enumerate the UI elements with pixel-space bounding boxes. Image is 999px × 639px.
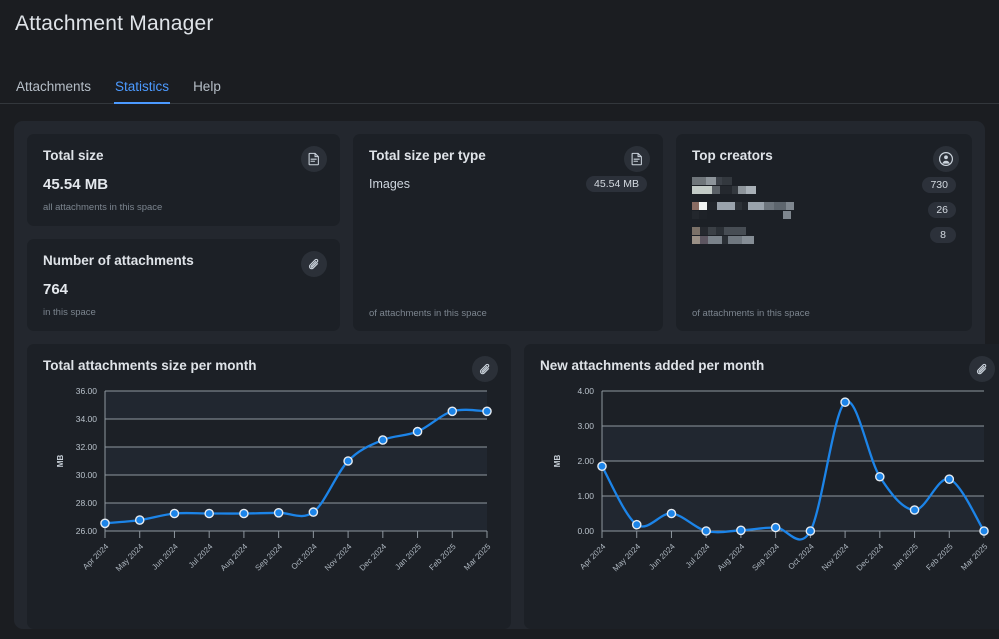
svg-text:Aug 2024: Aug 2024 <box>219 542 250 573</box>
card-total-size: Total size 45.54 MB all attachments in t… <box>27 134 340 226</box>
card-number-of-attachments: Number of attachments 764 in this space <box>27 239 340 331</box>
svg-text:Jan 2025: Jan 2025 <box>393 542 423 572</box>
summary-cards-row: Total size 45.54 MB all attachments in t… <box>27 134 972 331</box>
svg-text:3.00: 3.00 <box>577 421 594 431</box>
chart-title: Total attachments size per month <box>43 358 495 373</box>
creator-count: 26 <box>928 202 956 218</box>
document-icon[interactable] <box>301 146 327 172</box>
card-number-of-attachments-value: 764 <box>43 281 324 298</box>
creator-row: 26 <box>692 201 956 219</box>
svg-text:Aug 2024: Aug 2024 <box>716 542 747 573</box>
creator-name-redacted <box>692 202 794 219</box>
svg-text:Mar 2025: Mar 2025 <box>462 542 493 573</box>
svg-text:Dec 2024: Dec 2024 <box>855 542 886 573</box>
svg-text:Jul 2024: Jul 2024 <box>684 542 712 570</box>
document-icon[interactable] <box>624 146 650 172</box>
svg-text:MB: MB <box>553 455 562 468</box>
card-top-creators: Top creators 730 <box>676 134 972 331</box>
creator-name-redacted <box>692 177 756 194</box>
summary-right-column: Top creators 730 <box>676 134 972 331</box>
svg-text:34.00: 34.00 <box>76 414 98 424</box>
svg-text:Feb 2025: Feb 2025 <box>924 542 955 573</box>
svg-text:Mar 2025: Mar 2025 <box>959 542 990 573</box>
svg-text:30.00: 30.00 <box>76 470 98 480</box>
svg-text:36.00: 36.00 <box>76 386 98 396</box>
svg-text:Oct 2024: Oct 2024 <box>786 542 816 572</box>
svg-text:Apr 2024: Apr 2024 <box>81 542 111 572</box>
creator-row: 8 <box>692 226 956 244</box>
summary-left-column: Total size 45.54 MB all attachments in t… <box>27 134 340 331</box>
svg-text:Jan 2025: Jan 2025 <box>890 542 920 572</box>
svg-text:Feb 2025: Feb 2025 <box>427 542 458 573</box>
svg-text:Apr 2024: Apr 2024 <box>578 542 608 572</box>
svg-text:Dec 2024: Dec 2024 <box>358 542 389 573</box>
paperclip-icon[interactable] <box>472 356 498 382</box>
tab-bar: Attachments Statistics Help <box>0 75 999 104</box>
svg-text:Sep 2024: Sep 2024 <box>750 542 781 573</box>
svg-text:Sep 2024: Sep 2024 <box>253 542 284 573</box>
type-row-label: Images <box>369 177 410 191</box>
card-number-of-attachments-title: Number of attachments <box>43 253 324 268</box>
chart-plot-area: 26.0028.0030.0032.0034.0036.00Apr 2024Ma… <box>43 377 495 609</box>
paperclip-icon[interactable] <box>301 251 327 277</box>
svg-text:Jun 2024: Jun 2024 <box>647 542 677 572</box>
chart-card-new-attachments-per-month: New attachments added per month 0.00 1.00… <box>524 344 999 629</box>
creator-count: 730 <box>922 177 956 193</box>
paperclip-icon[interactable] <box>969 356 995 382</box>
card-number-of-attachments-footer: in this space <box>43 307 324 318</box>
type-row-images: Images 45.54 MB <box>369 176 647 192</box>
svg-text:4.00: 4.00 <box>577 386 594 396</box>
svg-text:MB: MB <box>56 455 65 468</box>
chart-title: New attachments added per month <box>540 358 992 373</box>
svg-text:Jun 2024: Jun 2024 <box>150 542 180 572</box>
svg-text:Nov 2024: Nov 2024 <box>323 542 354 573</box>
person-icon[interactable] <box>933 146 959 172</box>
tab-help[interactable]: Help <box>192 75 222 104</box>
svg-text:0.00: 0.00 <box>577 526 594 536</box>
statistics-panel: Total size 45.54 MB all attachments in t… <box>14 121 985 629</box>
svg-text:Oct 2024: Oct 2024 <box>289 542 319 572</box>
summary-middle-column: Total size per type Images 45.54 MB of a… <box>353 134 663 331</box>
svg-text:26.00: 26.00 <box>76 526 98 536</box>
card-top-creators-title: Top creators <box>692 148 956 163</box>
svg-text:Jul 2024: Jul 2024 <box>187 542 215 570</box>
svg-text:May 2024: May 2024 <box>611 542 643 574</box>
svg-text:May 2024: May 2024 <box>114 542 146 574</box>
creator-row: 730 <box>692 176 956 194</box>
svg-text:2.00: 2.00 <box>577 456 594 466</box>
page-title: Attachment Manager <box>0 0 999 36</box>
card-total-size-per-type: Total size per type Images 45.54 MB of a… <box>353 134 663 331</box>
card-top-creators-footer: of attachments in this space <box>692 308 956 319</box>
card-total-size-footer: all attachments in this space <box>43 202 324 213</box>
creator-count: 8 <box>930 227 956 243</box>
type-row-value: 45.54 MB <box>586 176 647 192</box>
chart-card-total-size-per-month: Total attachments size per month 26.00 28… <box>27 344 511 629</box>
card-total-size-per-type-title: Total size per type <box>369 148 647 163</box>
chart-plot-area: 0.00 1.00 2.00 3.00 4.00 Apr 2024May 2024Jun … <box>540 377 992 609</box>
charts-row: Total attachments size per month 26.00 28… <box>27 344 972 629</box>
card-total-size-title: Total size <box>43 148 324 163</box>
tab-attachments[interactable]: Attachments <box>15 75 92 104</box>
svg-text:1.00: 1.00 <box>577 491 594 501</box>
svg-text:Nov 2024: Nov 2024 <box>820 542 851 573</box>
creator-name-redacted <box>692 227 754 244</box>
tab-statistics[interactable]: Statistics <box>114 75 170 104</box>
card-total-size-value: 45.54 MB <box>43 176 324 193</box>
svg-text:28.00: 28.00 <box>76 498 98 508</box>
card-total-size-per-type-footer: of attachments in this space <box>369 308 647 319</box>
svg-text:32.00: 32.00 <box>76 442 98 452</box>
